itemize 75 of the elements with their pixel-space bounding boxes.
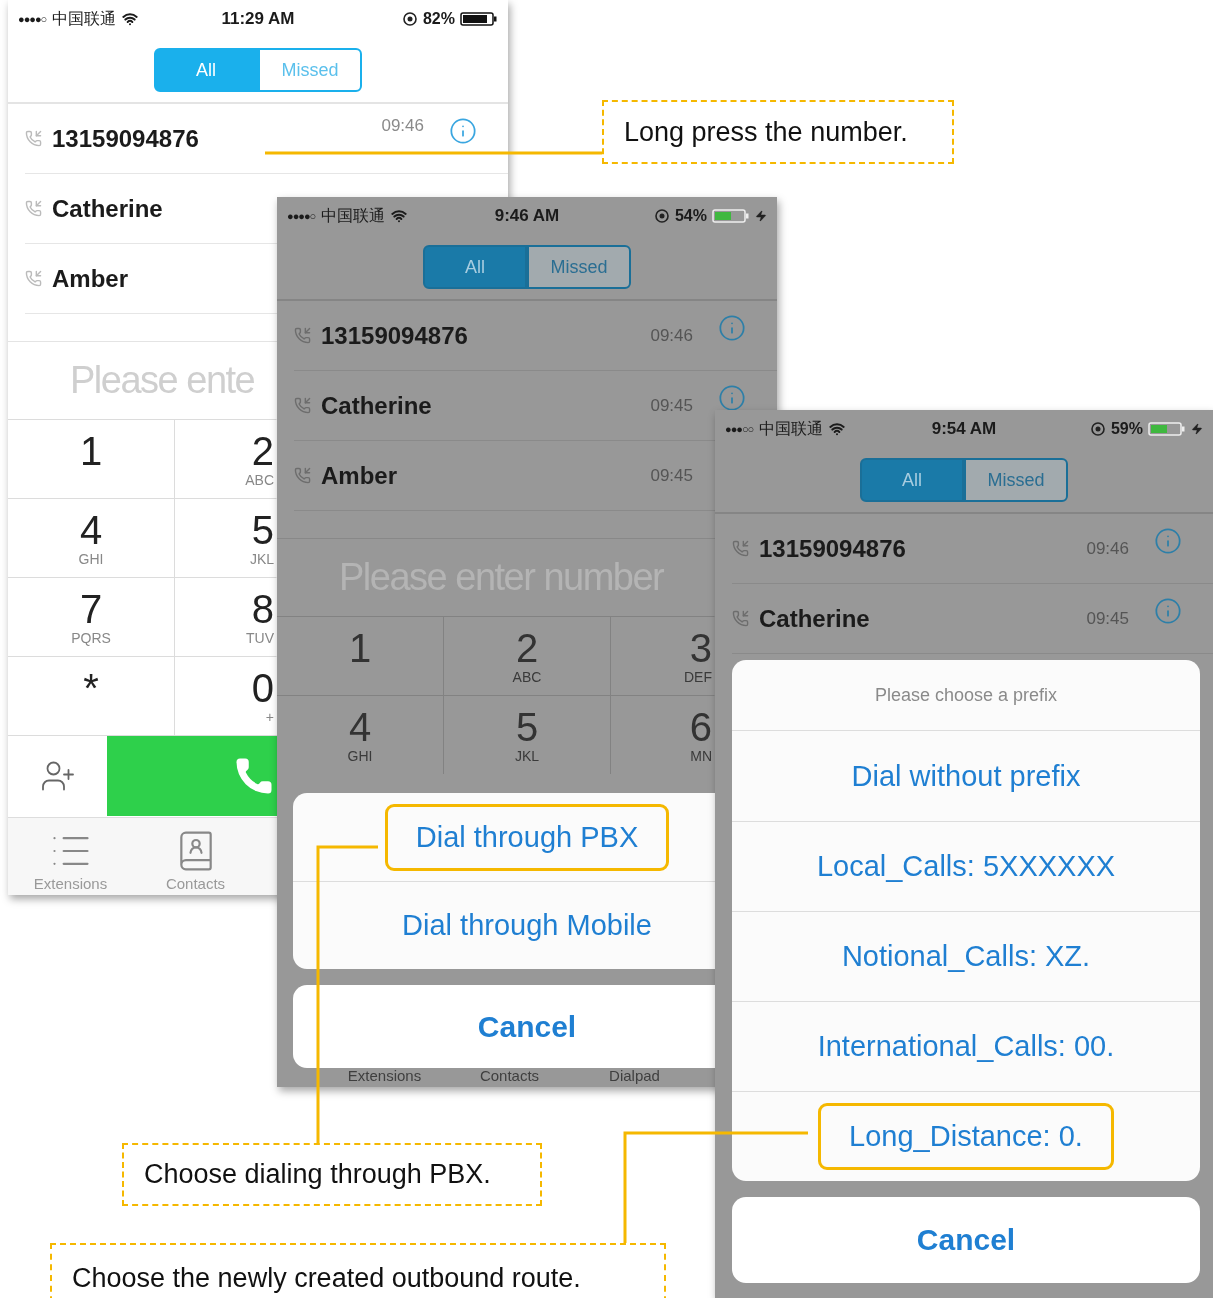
rotation-lock-icon <box>653 208 670 224</box>
dial-key[interactable]: 4 GHI <box>8 498 175 577</box>
status-time: 9:54 AM <box>931 419 997 439</box>
segment-tab[interactable]: All <box>860 458 964 502</box>
prefix-option[interactable]: Local_Calls: 5XXXXXX <box>732 821 1200 911</box>
call-log-icon <box>294 397 311 414</box>
prefix-option[interactable]: Dial without prefix <box>732 731 1200 821</box>
battery-percent: 54% <box>674 207 707 225</box>
sheet-title: Please choose a prefix <box>732 660 1200 731</box>
dial-key[interactable]: 1 <box>277 616 444 695</box>
tab-bar-item[interactable]: Contacts <box>447 1067 572 1087</box>
dial-key[interactable]: 4 GHI <box>277 695 444 774</box>
caller-name[interactable]: Amber <box>52 264 129 293</box>
call-log-icon <box>25 130 42 147</box>
wifi-icon <box>391 208 408 224</box>
call-log-icon <box>294 327 311 344</box>
prefix-option[interactable]: International_Calls: 00. <box>732 1001 1200 1091</box>
caller-name[interactable]: 13159094876 <box>759 534 906 563</box>
call-log-icon <box>732 610 749 627</box>
callout-note: Long press the number. <box>602 100 954 164</box>
tab-bar-item[interactable]: Dialpad <box>572 1067 697 1087</box>
callout-note: Choose dialing through PBX. <box>122 1143 542 1206</box>
rotation-lock-icon <box>1089 421 1106 437</box>
signal-strength: ●●●●○ <box>287 210 316 222</box>
caller-name[interactable]: 13159094876 <box>321 321 468 350</box>
info-icon[interactable] <box>1154 527 1182 555</box>
caller-name[interactable]: Catherine <box>321 391 432 420</box>
cancel-button[interactable]: Cancel <box>732 1197 1200 1283</box>
call-time: 09:45 <box>650 465 693 486</box>
call-time: 09:46 <box>381 115 424 136</box>
prefix-option[interactable]: Notional_Calls: XZ. <box>732 911 1200 1001</box>
call-time: 09:45 <box>1086 608 1129 629</box>
dial-key[interactable]: 2 ABC <box>444 616 611 695</box>
bolt-icon <box>1191 423 1203 435</box>
dial-key[interactable]: 1 <box>8 419 175 498</box>
callout-note: Choose the newly created outbound route. <box>50 1243 666 1298</box>
segment-tab[interactable]: All <box>154 48 258 92</box>
status-time: 11:29 AM <box>221 9 295 29</box>
call-time: 09:46 <box>650 325 693 346</box>
caller-name[interactable]: Catherine <box>759 604 870 633</box>
carrier-name: 中国联通 <box>759 418 824 439</box>
info-icon[interactable] <box>718 314 746 342</box>
wifi-icon <box>829 421 846 437</box>
segment-tab[interactable]: All <box>423 245 527 289</box>
battery-percent: 82% <box>422 10 455 28</box>
rotation-lock-icon <box>401 11 418 27</box>
tab-bar-item[interactable]: Extensions <box>8 818 133 895</box>
tab-bar-item[interactable]: Extensions <box>322 1067 447 1087</box>
battery-percent: 59% <box>1110 420 1143 438</box>
segment-tab[interactable]: Missed <box>964 458 1068 502</box>
call-time: 09:45 <box>650 395 693 416</box>
prefix-option[interactable]: Long_Distance: 0. <box>732 1091 1200 1181</box>
caller-name[interactable]: Catherine <box>52 194 163 223</box>
info-icon[interactable] <box>449 117 477 145</box>
bolt-icon <box>755 210 767 222</box>
call-log-icon <box>25 270 42 287</box>
call-log-icon <box>25 200 42 217</box>
wifi-icon <box>122 11 139 27</box>
status-time: 9:46 AM <box>494 206 560 226</box>
call-time: 09:46 <box>1086 538 1129 559</box>
info-icon[interactable] <box>718 384 746 412</box>
dial-key[interactable]: * <box>8 656 175 735</box>
call-log-icon <box>732 540 749 557</box>
signal-strength: ●●●●○ <box>18 13 47 25</box>
signal-strength: ●●●○○ <box>725 423 754 435</box>
carrier-name: 中国联通 <box>52 8 117 29</box>
carrier-name: 中国联通 <box>321 205 386 226</box>
tab-bar-item[interactable]: Contacts <box>133 818 258 895</box>
caller-name[interactable]: 13159094876 <box>52 124 199 153</box>
dial-key[interactable]: 5 JKL <box>444 695 611 774</box>
caller-name[interactable]: Amber <box>321 461 398 490</box>
segment-tab[interactable]: Missed <box>527 245 631 289</box>
call-log-icon <box>294 467 311 484</box>
info-icon[interactable] <box>1154 597 1182 625</box>
dial-key[interactable]: 7 PQRS <box>8 577 175 656</box>
